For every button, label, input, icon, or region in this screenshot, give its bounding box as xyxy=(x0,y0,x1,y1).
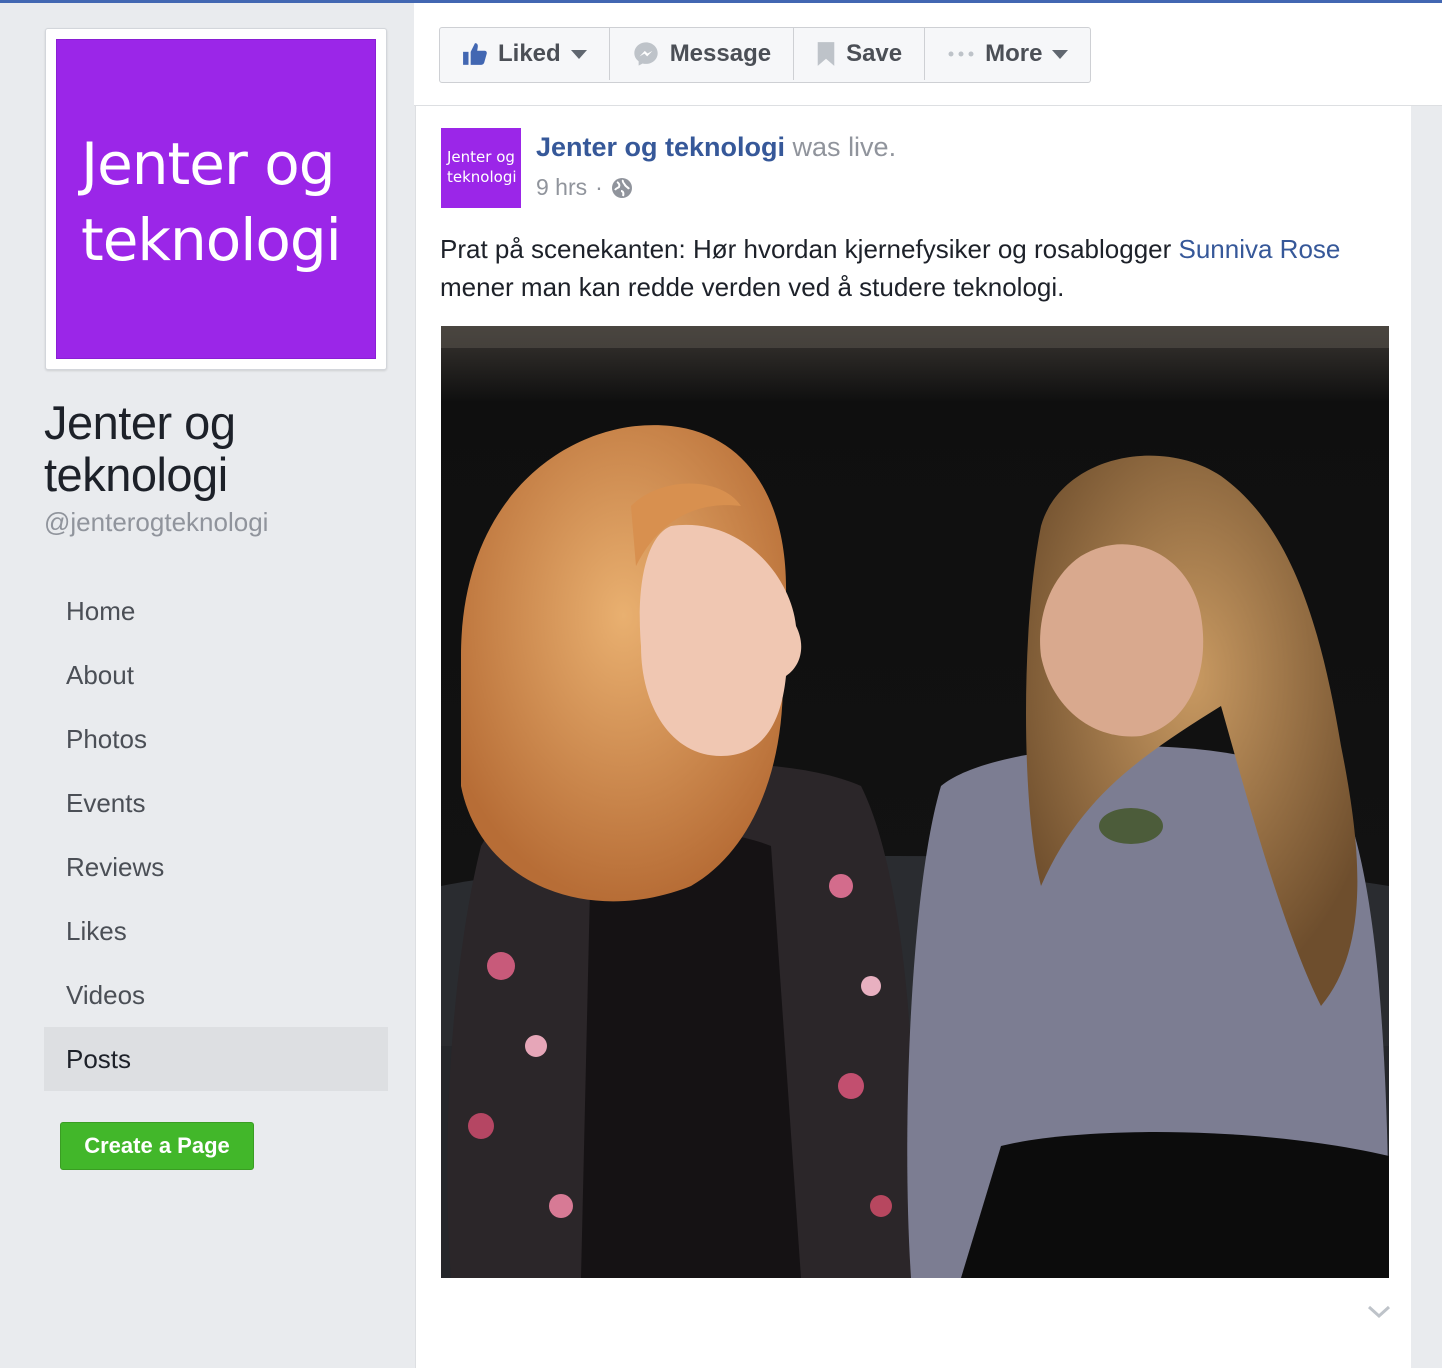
liked-button[interactable]: Liked xyxy=(440,28,610,80)
profile-picture-logo-text: Jenter og teknologi xyxy=(81,130,342,274)
video-frame-illustration xyxy=(441,326,1389,1278)
page-title[interactable]: Jenter og teknologi xyxy=(44,397,384,501)
bookmark-icon xyxy=(817,42,835,66)
page-nav: Home About Photos Events Reviews Likes V… xyxy=(44,579,388,1091)
right-gutter xyxy=(1411,106,1442,1368)
thumbs-up-icon xyxy=(463,43,487,65)
post-author-link[interactable]: Jenter og teknologi xyxy=(536,132,785,162)
save-label: Save xyxy=(846,40,903,67)
message-button[interactable]: Message xyxy=(610,28,795,80)
nav-item-likes[interactable]: Likes xyxy=(44,899,388,963)
more-button[interactable]: More xyxy=(925,28,1090,80)
nav-item-posts[interactable]: Posts xyxy=(44,1027,388,1091)
create-page-button[interactable]: Create a Page xyxy=(60,1122,254,1170)
post-options-chevron-icon[interactable] xyxy=(1366,1304,1392,1320)
live-video-player[interactable] xyxy=(441,326,1389,1278)
post-text-part-1: Prat på scenekanten: Hør hvordan kjernef… xyxy=(440,234,1179,264)
nav-item-about[interactable]: About xyxy=(44,643,388,707)
nav-item-home[interactable]: Home xyxy=(44,579,388,643)
nav-item-videos[interactable]: Videos xyxy=(44,963,388,1027)
nav-item-reviews[interactable]: Reviews xyxy=(44,835,388,899)
post-card: Jenter og teknologi Jenter og teknologi … xyxy=(415,106,1412,1368)
globe-icon[interactable] xyxy=(611,177,633,199)
nav-item-events[interactable]: Events xyxy=(44,771,388,835)
message-label: Message xyxy=(669,40,772,67)
post-meta: 9 hrs · xyxy=(536,174,633,201)
post-author-avatar[interactable]: Jenter og teknologi xyxy=(441,128,521,208)
profile-picture-frame[interactable]: Jenter og teknologi xyxy=(45,28,387,370)
meta-separator: · xyxy=(595,174,603,200)
nav-item-photos[interactable]: Photos xyxy=(44,707,388,771)
post-status: was live. xyxy=(792,132,897,162)
action-button-group: Liked Message Save More xyxy=(439,27,1092,83)
post-header: Jenter og teknologi was live. xyxy=(536,132,896,163)
left-column: Jenter og teknologi Jenter og teknologi … xyxy=(0,3,414,1368)
mention-link[interactable]: Sunniva Rose xyxy=(1179,234,1341,264)
save-button[interactable]: Save xyxy=(794,28,926,80)
avatar-logo-text: Jenter og teknologi xyxy=(447,148,517,186)
messenger-icon xyxy=(634,42,658,66)
post-message: Prat på scenekanten: Hør hvordan kjernef… xyxy=(440,230,1380,306)
page-action-bar: Liked Message Save More xyxy=(414,3,1442,106)
chevron-down-icon xyxy=(1052,49,1069,59)
more-label: More xyxy=(985,40,1043,67)
post-text-part-2: mener man kan redde verden ved å studere… xyxy=(440,272,1065,302)
liked-label: Liked xyxy=(498,40,561,67)
chevron-down-icon xyxy=(570,49,587,59)
ellipsis-icon xyxy=(948,51,974,57)
post-timestamp[interactable]: 9 hrs xyxy=(536,174,587,201)
profile-picture[interactable]: Jenter og teknologi xyxy=(56,39,376,359)
page-username[interactable]: @jenterogteknologi xyxy=(44,507,268,538)
